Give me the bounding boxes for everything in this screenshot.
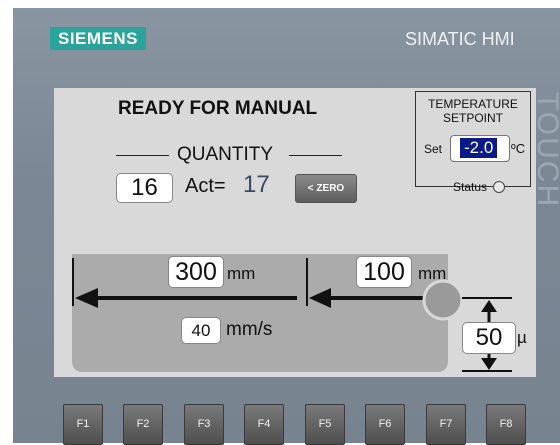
thickness-unit: µ <box>517 328 527 347</box>
f4-key[interactable]: F4 <box>244 404 284 445</box>
f8-key[interactable]: F8 <box>486 404 526 445</box>
thickness-field[interactable]: 50 <box>462 322 516 354</box>
roller-icon <box>422 279 464 321</box>
thickness-down-arrow <box>481 358 497 370</box>
f6-key[interactable]: F6 <box>365 404 405 445</box>
f1-key[interactable]: F1 <box>63 404 103 445</box>
length-field[interactable]: 300 <box>168 256 224 288</box>
f7-key[interactable]: F7 <box>426 404 466 445</box>
dimension-graphics <box>72 258 512 372</box>
speed-field[interactable]: 40 <box>181 317 221 344</box>
offset-field[interactable]: 100 <box>356 256 412 288</box>
length-arrow-head <box>75 288 98 308</box>
thickness-up-arrow <box>481 300 497 312</box>
f2-key[interactable]: F2 <box>123 404 163 445</box>
speed-unit: mm/s <box>226 319 273 340</box>
f3-key[interactable]: F3 <box>184 404 224 445</box>
offset-unit: mm <box>418 264 447 283</box>
length-unit: mm <box>227 264 256 283</box>
offset-arrow-head <box>309 288 331 308</box>
f5-key[interactable]: F5 <box>305 404 345 445</box>
